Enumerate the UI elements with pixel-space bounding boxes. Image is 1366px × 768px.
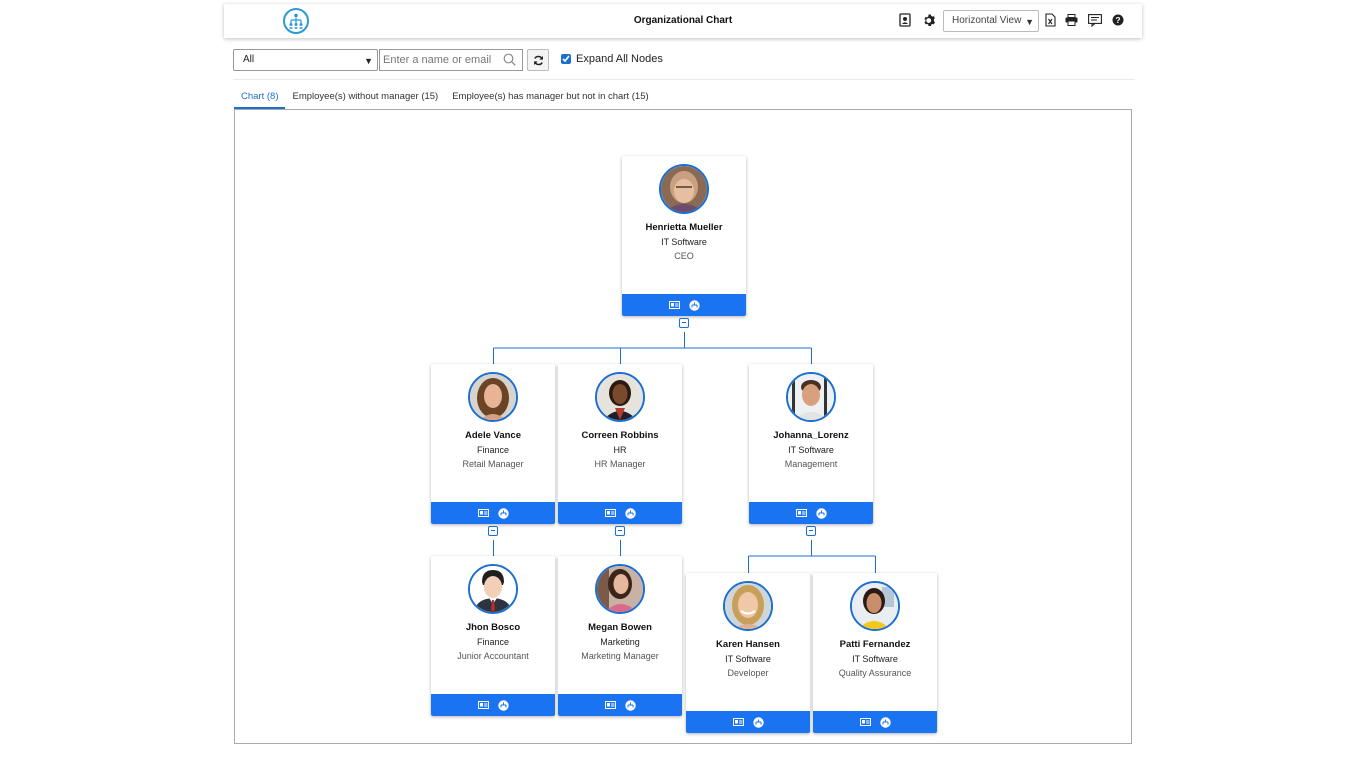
card-action-bar <box>558 502 682 524</box>
avatar <box>659 164 709 214</box>
search-icon[interactable] <box>503 53 516 71</box>
id-card-icon[interactable] <box>604 508 616 519</box>
employee-card[interactable]: Megan Bowen Marketing Marketing Manager <box>558 556 682 716</box>
org-hierarchy-icon[interactable] <box>879 716 891 728</box>
employee-card[interactable]: Patti Fernandez IT Software Quality Assu… <box>813 573 937 733</box>
employee-department: Finance <box>476 445 510 455</box>
id-card-icon[interactable] <box>859 717 871 728</box>
employee-name: Correen Robbins <box>581 430 659 441</box>
tab-not-in-chart[interactable]: Employee(s) has manager but not in chart… <box>445 91 655 109</box>
employee-title: Management <box>784 459 838 469</box>
org-hierarchy-icon[interactable] <box>497 507 509 519</box>
filter-select[interactable]: All ▼ <box>233 49 378 71</box>
expand-all-checkbox[interactable] <box>561 54 571 64</box>
card-action-bar <box>813 711 937 733</box>
employee-title: Marketing Manager <box>581 651 659 661</box>
employee-department: IT Software <box>852 654 898 664</box>
employee-department: IT Software <box>788 445 834 455</box>
card-action-bar <box>558 694 682 716</box>
card-action-bar <box>431 694 555 716</box>
employee-name: Henrietta Mueller <box>645 222 723 233</box>
help-icon[interactable]: ? <box>1111 13 1125 27</box>
tab-without-manager[interactable]: Employee(s) without manager (15) <box>285 91 445 109</box>
employee-department: IT Software <box>725 654 771 664</box>
collapse-node-toggle[interactable] <box>806 526 816 536</box>
expand-all-toggle[interactable]: Expand All Nodes <box>561 53 663 65</box>
employee-card[interactable]: Correen Robbins HR HR Manager <box>558 364 682 524</box>
view-mode-select[interactable]: Horizontal View ▼ <box>943 10 1039 32</box>
org-hierarchy-icon[interactable] <box>752 716 764 728</box>
employee-card[interactable]: Henrietta Mueller IT Software CEO <box>622 156 746 316</box>
org-hierarchy-icon[interactable] <box>497 699 509 711</box>
chevron-down-icon: ▼ <box>1025 17 1034 27</box>
org-chart-canvas[interactable]: Henrietta Mueller IT Software CEO Adele … <box>234 109 1132 744</box>
search-box <box>379 49 523 71</box>
employee-department: IT Software <box>661 237 707 247</box>
employee-name: Adele Vance <box>465 430 521 441</box>
employee-title: Junior Accountant <box>457 651 529 661</box>
excel-export-icon[interactable] <box>1043 13 1057 27</box>
collapse-node-toggle[interactable] <box>679 318 689 328</box>
avatar <box>850 581 900 631</box>
id-card-icon[interactable] <box>732 717 744 728</box>
id-card-icon[interactable] <box>795 508 807 519</box>
avatar <box>468 564 518 614</box>
id-card-icon[interactable] <box>604 700 616 711</box>
toolbar-divider <box>233 79 1135 80</box>
employee-name: Karen Hansen <box>716 639 780 650</box>
org-hierarchy-icon[interactable] <box>815 507 827 519</box>
app-header: Organizational Chart Horizontal View ▼ ? <box>224 4 1142 38</box>
tab-chart[interactable]: Chart (8) <box>234 91 286 109</box>
employee-title: Developer <box>727 668 769 678</box>
employee-title: HR Manager <box>594 459 646 469</box>
collapse-node-toggle[interactable] <box>488 526 498 536</box>
avatar <box>595 372 645 422</box>
chevron-down-icon: ▼ <box>364 56 373 66</box>
card-action-bar <box>749 502 873 524</box>
id-card-icon[interactable] <box>477 700 489 711</box>
search-input[interactable] <box>380 50 498 70</box>
employee-card[interactable]: Jhon Bosco Finance Junior Accountant <box>431 556 555 716</box>
employee-name: Patti Fernandez <box>839 639 911 650</box>
avatar <box>595 564 645 614</box>
employee-department: Finance <box>476 637 510 647</box>
employee-title: Retail Manager <box>462 459 524 469</box>
view-mode-value: Horizontal View <box>952 15 1022 26</box>
org-hierarchy-icon[interactable] <box>688 299 700 311</box>
refresh-icon <box>533 55 543 65</box>
svg-text:?: ? <box>1115 15 1120 25</box>
feedback-icon[interactable] <box>1088 13 1102 27</box>
print-icon[interactable] <box>1064 13 1078 27</box>
employee-name: Johanna_Lorenz <box>773 430 849 441</box>
avatar <box>723 581 773 631</box>
contact-card-icon[interactable] <box>898 13 912 27</box>
employee-department: HR <box>613 445 627 455</box>
filter-value: All <box>243 54 255 65</box>
org-hierarchy-icon[interactable] <box>624 507 636 519</box>
card-action-bar <box>622 294 746 316</box>
avatar <box>468 372 518 422</box>
refresh-button[interactable] <box>527 49 549 71</box>
id-card-icon[interactable] <box>477 508 489 519</box>
gear-icon[interactable] <box>922 13 936 27</box>
employee-name: Jhon Bosco <box>465 622 521 633</box>
collapse-node-toggle[interactable] <box>615 526 625 536</box>
employee-card[interactable]: Adele Vance Finance Retail Manager <box>431 364 555 524</box>
employee-department: Marketing <box>600 637 640 647</box>
tab-bar: Chart (8) Employee(s) without manager (1… <box>234 91 656 109</box>
employee-card[interactable]: Karen Hansen IT Software Developer <box>686 573 810 733</box>
employee-name: Megan Bowen <box>588 622 652 633</box>
id-card-icon[interactable] <box>668 300 680 311</box>
expand-all-label: Expand All Nodes <box>576 53 663 65</box>
org-hierarchy-icon[interactable] <box>624 699 636 711</box>
employee-card[interactable]: Johanna_Lorenz IT Software Management <box>749 364 873 524</box>
card-action-bar <box>686 711 810 733</box>
employee-title: Quality Assurance <box>838 668 912 678</box>
avatar <box>786 372 836 422</box>
employee-title: CEO <box>674 251 694 261</box>
card-action-bar <box>431 502 555 524</box>
